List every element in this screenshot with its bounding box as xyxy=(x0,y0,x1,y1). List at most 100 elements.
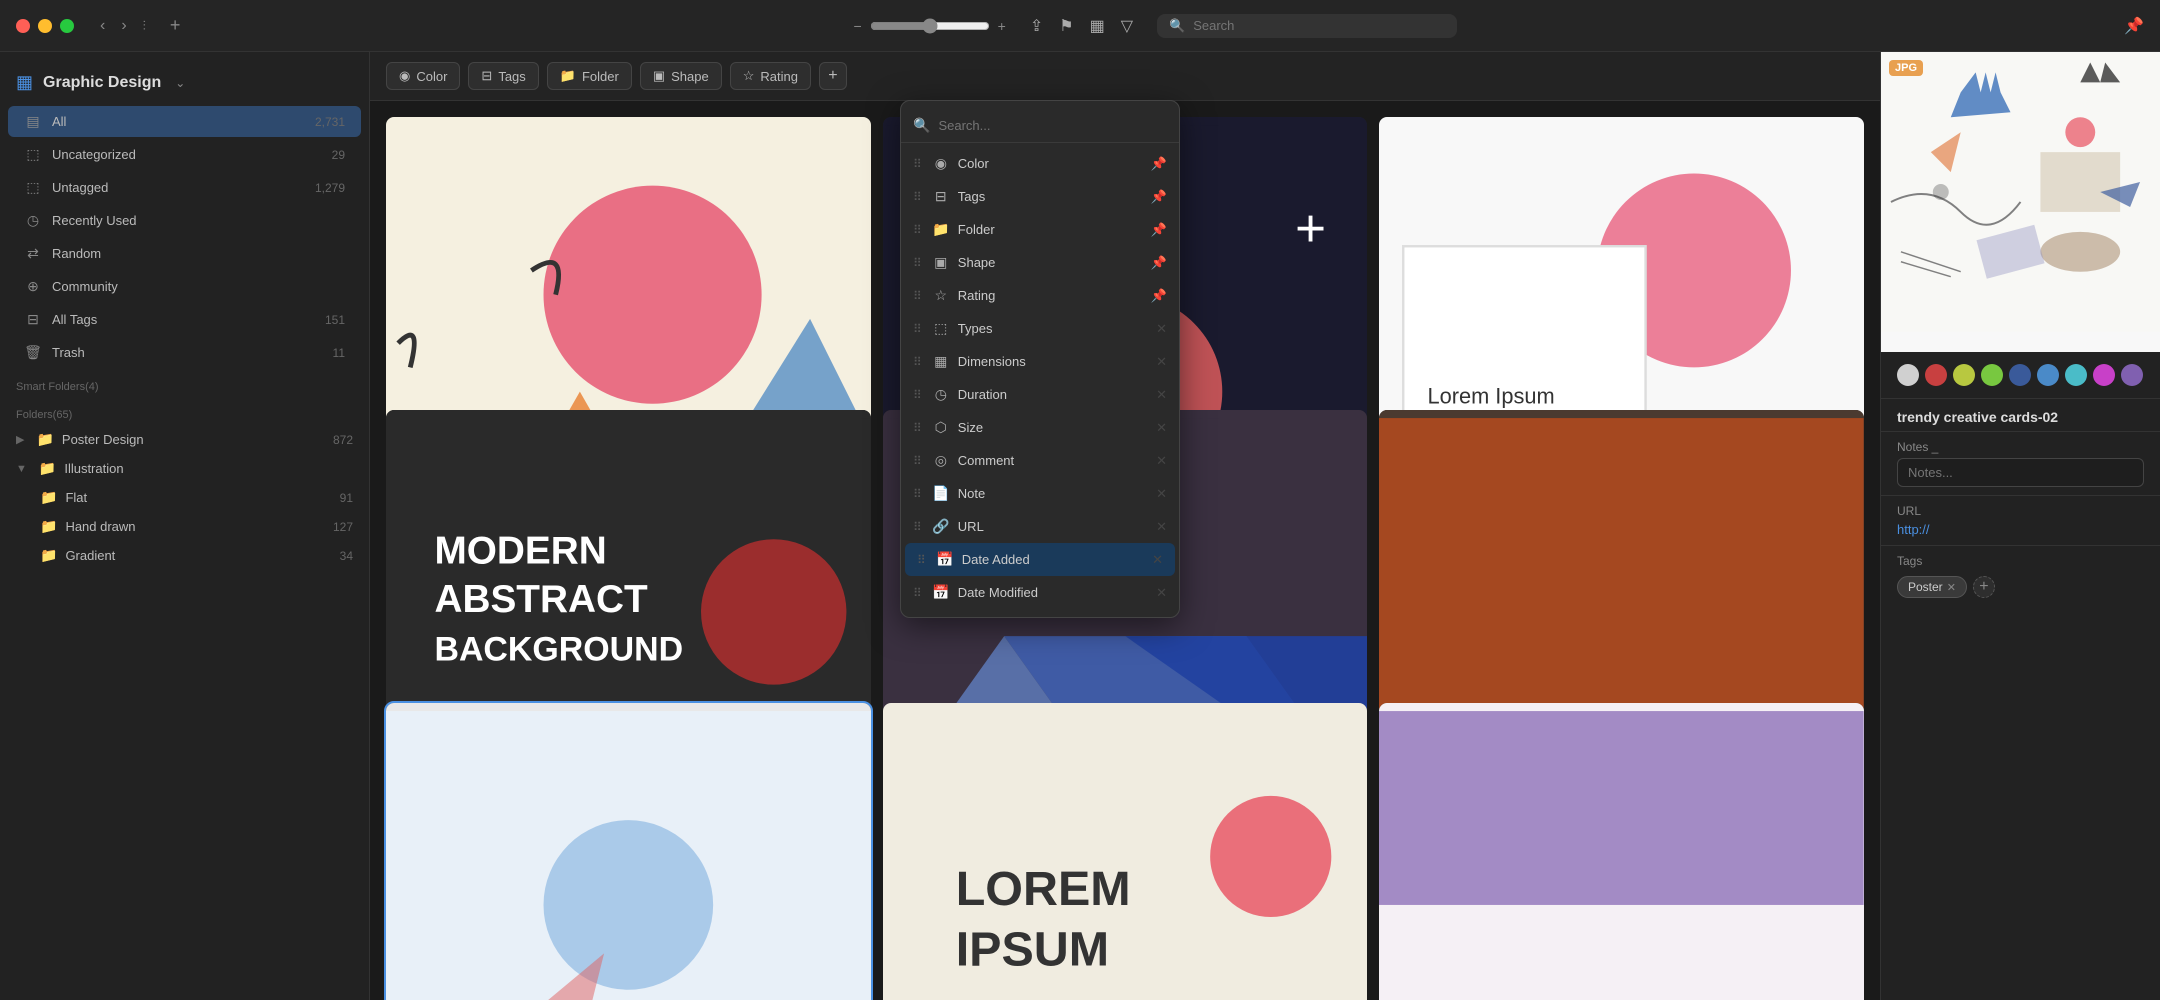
image-card-8[interactable]: LOREM IPSUM xyxy=(883,703,1368,1000)
notes-input[interactable] xyxy=(1897,458,2144,487)
swatch-3[interactable] xyxy=(1953,364,1975,386)
smart-folders-section: Smart Folders(4) xyxy=(0,369,369,397)
swatch-4[interactable] xyxy=(1981,364,2003,386)
zoom-slider[interactable] xyxy=(870,18,990,34)
sidebar-subfolder-hand-drawn[interactable]: 📁 Hand drawn 127 xyxy=(0,512,369,541)
nav-arrows: ‹ › ⫶ xyxy=(94,15,152,37)
pin-shape-icon[interactable]: 📌 xyxy=(1151,255,1167,271)
dropdown-duration-label: Duration xyxy=(958,387,1148,402)
sidebar-item-untagged[interactable]: ⬚ Untagged 1,279 xyxy=(8,172,361,203)
pin-duration-icon[interactable]: ✕ xyxy=(1156,387,1167,403)
subfolder-gradient-icon: 📁 xyxy=(40,547,57,564)
sidebar-subfolder-gradient[interactable]: 📁 Gradient 34 xyxy=(0,541,369,570)
swatch-1[interactable] xyxy=(1897,364,1919,386)
tag-add-button[interactable]: + xyxy=(1973,576,1995,598)
sidebar-item-trash[interactable]: 🗑 Trash 11 xyxy=(8,337,361,368)
add-filter-button[interactable]: + xyxy=(819,62,847,90)
tag-label-poster: Poster xyxy=(1908,580,1943,594)
sidebar-chevron-icon: ⌄ xyxy=(175,76,185,90)
pin-note-icon[interactable]: ✕ xyxy=(1156,486,1167,502)
filter-color-button[interactable]: ◉ Color xyxy=(386,62,460,90)
filter-shape-button[interactable]: ▣ Shape xyxy=(640,62,722,90)
dropdown-item-duration[interactable]: ⠿ ◷ Duration ✕ xyxy=(901,378,1179,411)
dropdown-item-tags[interactable]: ⠿ ⊟ Tags 📌 xyxy=(901,180,1179,213)
swatch-7[interactable] xyxy=(2065,364,2087,386)
dropdown-item-url[interactable]: ⠿ 🔗 URL ✕ xyxy=(901,510,1179,543)
dropdown-item-folder[interactable]: ⠿ 📁 Folder 📌 xyxy=(901,213,1179,246)
pin-dimensions-icon[interactable]: ✕ xyxy=(1156,354,1167,370)
sidebar-subfolder-flat[interactable]: 📁 Flat 91 xyxy=(0,483,369,512)
dropdown-item-date-added[interactable]: ⠿ 📅 Date Added ✕ xyxy=(905,543,1175,576)
swatch-9[interactable] xyxy=(2121,364,2143,386)
sidebar-label-untagged: Untagged xyxy=(52,180,305,195)
filter-rating-button[interactable]: ☆ Rating xyxy=(730,62,811,90)
drag-handle-url: ⠿ xyxy=(913,520,922,534)
sidebar-count-all: 2,731 xyxy=(315,115,345,129)
minimize-button[interactable] xyxy=(38,19,52,33)
image-card-9[interactable]: LOREM IPSUM xyxy=(1379,703,1864,1000)
sort-button[interactable]: ⫶ xyxy=(137,15,152,37)
filter-icon[interactable]: ▽ xyxy=(1121,16,1133,36)
all-tags-icon: ⊟ xyxy=(24,311,42,328)
back-button[interactable]: ‹ xyxy=(94,15,111,37)
dropdown-item-dimensions[interactable]: ⠿ ▦ Dimensions ✕ xyxy=(901,345,1179,378)
forward-button[interactable]: › xyxy=(115,15,132,37)
dropdown-color-label: Color xyxy=(958,156,1143,171)
sidebar-item-community[interactable]: ⊕ Community xyxy=(8,271,361,302)
image-card-7[interactable] xyxy=(386,703,871,1000)
sidebar-item-all-tags[interactable]: ⊟ All Tags 151 xyxy=(8,304,361,335)
search-icon: 🔍 xyxy=(1169,18,1185,34)
pin-button[interactable]: 📌 xyxy=(2124,16,2144,36)
dropdown-tags-label: Tags xyxy=(958,189,1143,204)
filter-tags-button[interactable]: ⊟ Tags xyxy=(468,62,538,90)
pin-types-icon[interactable]: ✕ xyxy=(1156,321,1167,337)
dropdown-item-comment[interactable]: ⠿ ◎ Comment ✕ xyxy=(901,444,1179,477)
zoom-in-icon: + xyxy=(998,18,1006,34)
content-area: ◉ Color ⊟ Tags 📁 Folder ▣ Shape ☆ Rating… xyxy=(370,52,1880,1000)
bookmark-icon[interactable]: ⚑ xyxy=(1059,16,1073,36)
sidebar-item-uncategorized[interactable]: ⬚ Uncategorized 29 xyxy=(8,139,361,170)
sidebar-label-uncategorized: Uncategorized xyxy=(52,147,322,162)
dropdown-item-shape[interactable]: ⠿ ▣ Shape 📌 xyxy=(901,246,1179,279)
dropdown-item-note[interactable]: ⠿ 📄 Note ✕ xyxy=(901,477,1179,510)
dropdown-item-size[interactable]: ⠿ ⬡ Size ✕ xyxy=(901,411,1179,444)
swatch-6[interactable] xyxy=(2037,364,2059,386)
close-button[interactable] xyxy=(16,19,30,33)
swatch-5[interactable] xyxy=(2009,364,2031,386)
pin-date-added-icon[interactable]: ✕ xyxy=(1152,552,1163,568)
share-icon[interactable]: ⇪ xyxy=(1030,16,1043,36)
tag-chip-poster: Poster ✕ xyxy=(1897,576,1967,598)
search-input[interactable] xyxy=(1193,18,1445,33)
pin-color-icon[interactable]: 📌 xyxy=(1151,156,1167,172)
swatch-8[interactable] xyxy=(2093,364,2115,386)
pin-url-icon[interactable]: ✕ xyxy=(1156,519,1167,535)
swatch-2[interactable] xyxy=(1925,364,1947,386)
sidebar-item-recently-used[interactable]: ◷ Recently Used xyxy=(8,205,361,236)
drag-handle-color: ⠿ xyxy=(913,157,922,171)
pin-tags-icon[interactable]: 📌 xyxy=(1151,189,1167,205)
tag-close-poster[interactable]: ✕ xyxy=(1947,581,1956,594)
pin-folder-icon[interactable]: 📌 xyxy=(1151,222,1167,238)
sidebar-folder-poster-design[interactable]: ▶ 📁 Poster Design 872 xyxy=(0,425,369,454)
dropdown-item-rating[interactable]: ⠿ ☆ Rating 📌 xyxy=(901,279,1179,312)
svg-text:+: + xyxy=(1295,199,1326,258)
pin-date-modified-icon[interactable]: ✕ xyxy=(1156,585,1167,601)
dropdown-item-color[interactable]: ⠿ ◉ Color 📌 xyxy=(901,147,1179,180)
dropdown-item-types[interactable]: ⠿ ⬚ Types ✕ xyxy=(901,312,1179,345)
dropdown-types-icon: ⬚ xyxy=(932,320,950,337)
dropdown-shape-icon: ▣ xyxy=(932,254,950,271)
svg-text:BACKGROUND: BACKGROUND xyxy=(434,630,683,668)
pin-rating-icon[interactable]: 📌 xyxy=(1151,288,1167,304)
filter-folder-button[interactable]: 📁 Folder xyxy=(547,62,632,90)
pin-size-icon[interactable]: ✕ xyxy=(1156,420,1167,436)
sidebar-item-all[interactable]: ▤ All 2,731 xyxy=(8,106,361,137)
sidebar-header: ▦ Graphic Design ⌄ xyxy=(0,64,369,105)
dropdown-search-input[interactable] xyxy=(938,118,1167,133)
dropdown-item-date-modified[interactable]: ⠿ 📅 Date Modified ✕ xyxy=(901,576,1179,609)
grid-view-icon[interactable]: ▦ xyxy=(1090,16,1105,36)
pin-comment-icon[interactable]: ✕ xyxy=(1156,453,1167,469)
sidebar-folder-illustration[interactable]: ▼ 📁 Illustration xyxy=(0,454,369,483)
add-button[interactable]: + xyxy=(164,13,187,38)
sidebar-item-random[interactable]: ⇄ Random xyxy=(8,238,361,269)
maximize-button[interactable] xyxy=(60,19,74,33)
